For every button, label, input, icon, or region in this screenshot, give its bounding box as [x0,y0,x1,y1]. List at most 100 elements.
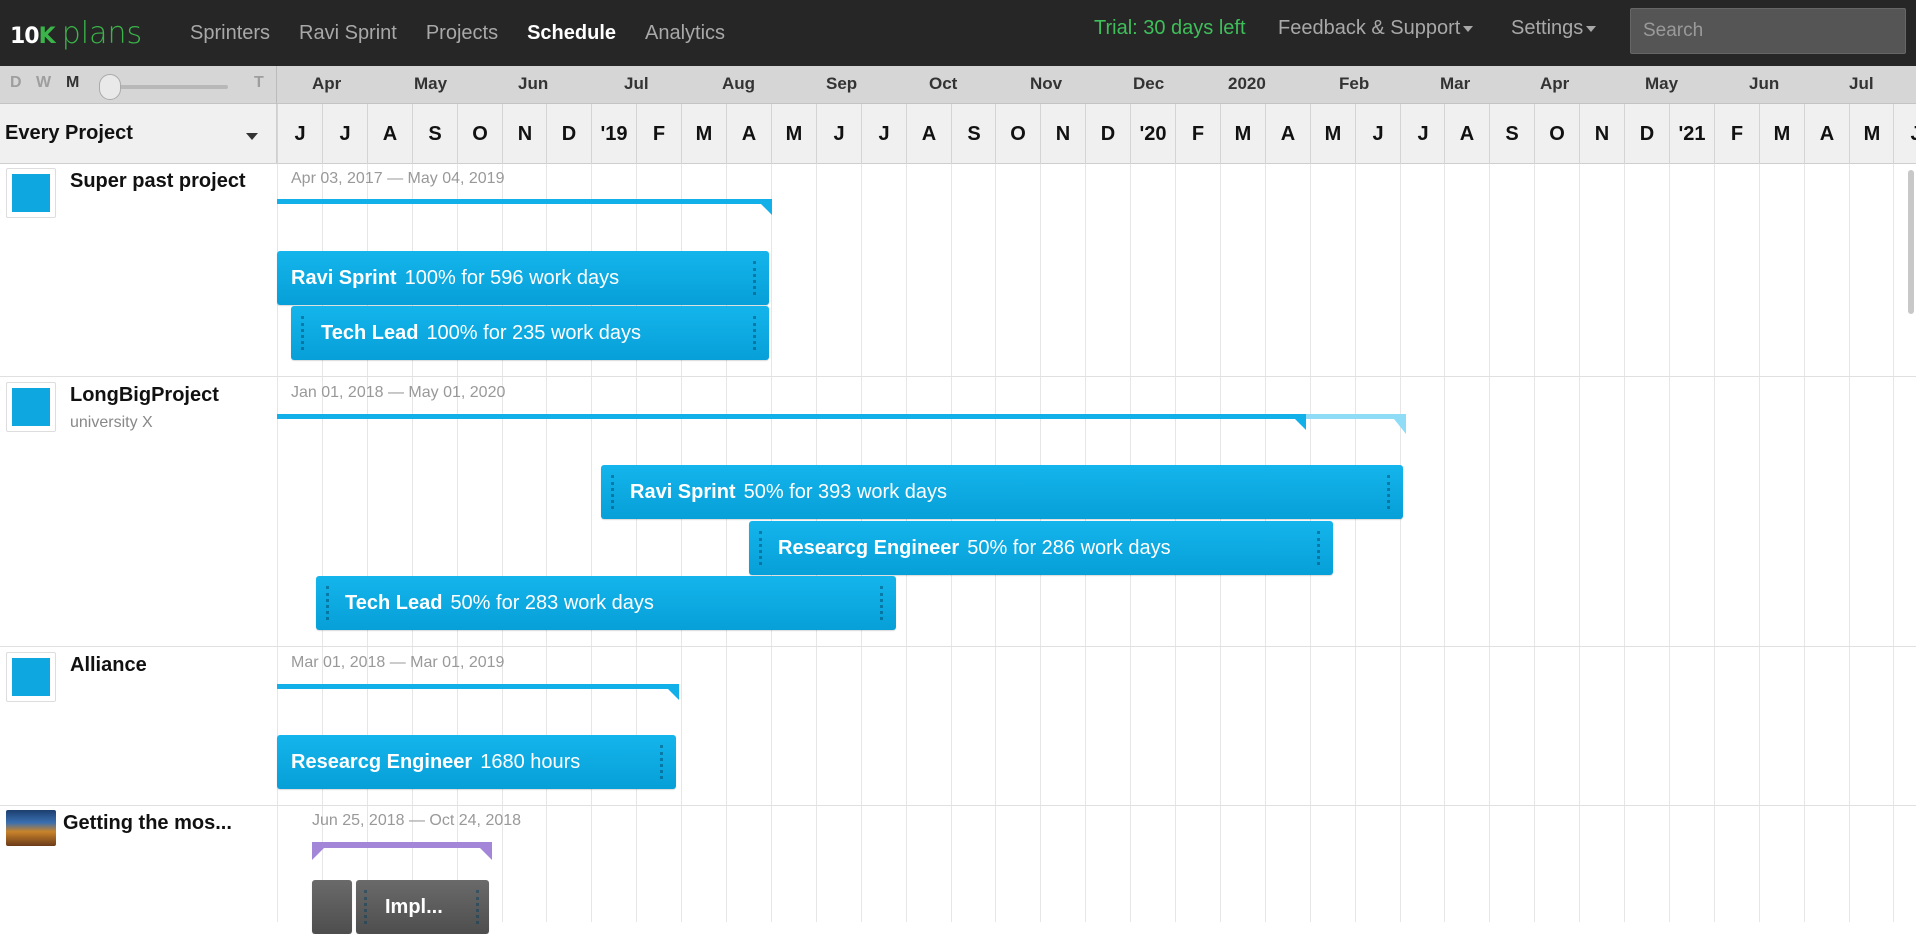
project-duration-bar[interactable] [277,199,771,204]
zoom-slider-handle[interactable] [99,74,121,100]
assignment-bar[interactable]: Tech Lead 50% for 283 work days [316,576,896,630]
resize-handle-right[interactable] [660,745,664,779]
logo-mark: 10 [10,23,40,49]
project-thumbnail[interactable] [6,652,56,702]
nav-link-sprinters[interactable]: Sprinters [190,22,270,45]
project-planned-end-flag[interactable] [1390,414,1406,434]
project-thumbnail[interactable] [6,382,56,432]
month-label: Jul [1849,74,1874,93]
zoom-total[interactable]: T [254,74,264,92]
grid-line [1579,164,1580,922]
top-nav: 10 K plans Sprinters Ravi Sprint Projects… [0,0,1916,66]
project-end-flag[interactable] [663,684,679,700]
feedback-menu[interactable]: Feedback & Support [1278,17,1474,40]
assignee-name: Researcg Engineer [291,751,473,773]
nav-link-analytics[interactable]: Analytics [645,22,725,45]
nav-link-projects[interactable]: Projects [426,22,498,45]
resize-handle-right[interactable] [1387,475,1391,509]
logo[interactable]: 10 K plans [10,16,170,51]
grid-line [1893,164,1894,922]
settings-menu[interactable]: Settings [1511,17,1597,40]
assignee-name: Tech Lead [345,592,443,614]
grid-line [1714,164,1715,922]
month-column-header: S [951,104,996,164]
assignment-bar[interactable]: Ravi Sprint 100% for 596 work days [277,251,769,305]
feedback-label: Feedback & Support [1278,17,1461,39]
resize-handle-left[interactable] [301,316,305,350]
project-name[interactable]: Super past project [70,170,246,193]
assignment-detail: 100% for 235 work days [426,322,641,344]
zoom-month[interactable]: M [66,74,79,92]
project-end-flag[interactable] [756,199,772,215]
nav-link-schedule[interactable]: Schedule [527,22,616,45]
grid-line [1355,164,1356,922]
assignment-detail: 1680 hours [480,751,581,773]
settings-label: Settings [1511,17,1584,39]
project-duration-bar[interactable] [277,684,679,689]
resize-handle-left[interactable] [364,890,368,924]
month-column-header: F [1714,104,1759,164]
project-name[interactable]: Alliance [70,654,147,677]
assignment-bar[interactable]: Tech Lead 100% for 235 work days [291,306,769,360]
month-column-header: '21 [1669,104,1714,164]
logo-wordmark: plans [61,15,143,51]
project-name[interactable]: Getting the mos... [63,812,232,835]
project-duration-bar[interactable] [312,842,492,848]
month-label: Oct [929,74,958,93]
month-column-header: J [861,104,906,164]
resize-handle-right[interactable] [753,261,757,295]
trial-status[interactable]: Trial: 30 days left [1094,17,1246,40]
project-thumbnail[interactable] [6,168,56,218]
month-column-header: N [502,104,547,164]
assignment-bar[interactable] [312,880,352,934]
grid-line [1534,164,1535,922]
grid-line [1624,164,1625,922]
resize-handle-right[interactable] [753,316,757,350]
assignment-bar[interactable]: Impl... [356,880,489,934]
month-column-header: M [681,104,726,164]
resize-handle-right[interactable] [1317,531,1321,565]
month-label: Sep [826,74,858,93]
project-color-swatch [12,174,50,212]
month-column-header: O [1534,104,1579,164]
month-column-header: A [1444,104,1489,164]
project-name[interactable]: LongBigProject [70,384,219,407]
month-column-header: N [1040,104,1085,164]
vertical-scrollbar[interactable] [1908,170,1914,314]
grid-line [1759,164,1760,922]
project-end-flag[interactable] [1290,414,1306,430]
project-filter-dropdown[interactable]: Every Project [0,104,277,164]
assignment-bar[interactable]: Researcg Engineer 50% for 286 work days [749,521,1333,575]
zoom-day[interactable]: D [10,74,22,92]
month-column-header: J [816,104,861,164]
assignment-detail: 50% for 283 work days [450,592,654,614]
logo-mark-k: K [38,23,56,49]
search-input[interactable] [1630,8,1906,54]
month-column-header: M [1310,104,1355,164]
month-column-header: O [995,104,1040,164]
month-label: May [1645,74,1679,93]
row-divider [0,646,1916,647]
assignment-bar[interactable]: Ravi Sprint 50% for 393 work days [601,465,1403,519]
zoom-week[interactable]: W [36,74,51,92]
project-end-flag[interactable] [474,842,492,860]
project-duration-bar[interactable] [277,414,1306,419]
month-column-header: J [1893,104,1916,164]
resize-handle-left[interactable] [326,586,330,620]
month-label: Jun [1749,74,1780,93]
chevron-down-icon [1586,25,1597,32]
project-color-swatch [12,388,50,426]
assignment-bar[interactable]: Researcg Engineer 1680 hours [277,735,676,789]
zoom-slider-track[interactable] [104,85,228,89]
month-column-header: J [322,104,367,164]
resize-handle-left[interactable] [759,531,763,565]
project-start-flag[interactable] [312,842,330,860]
nav-link-ravi-sprint[interactable]: Ravi Sprint [299,22,397,45]
assignee-name: Ravi Sprint [630,481,736,503]
month-column-header: O [457,104,502,164]
resize-handle-left[interactable] [611,475,615,509]
month-column-header: D [546,104,591,164]
project-photo-thumbnail[interactable] [6,810,56,846]
resize-handle-right[interactable] [476,890,480,924]
resize-handle-right[interactable] [880,586,884,620]
